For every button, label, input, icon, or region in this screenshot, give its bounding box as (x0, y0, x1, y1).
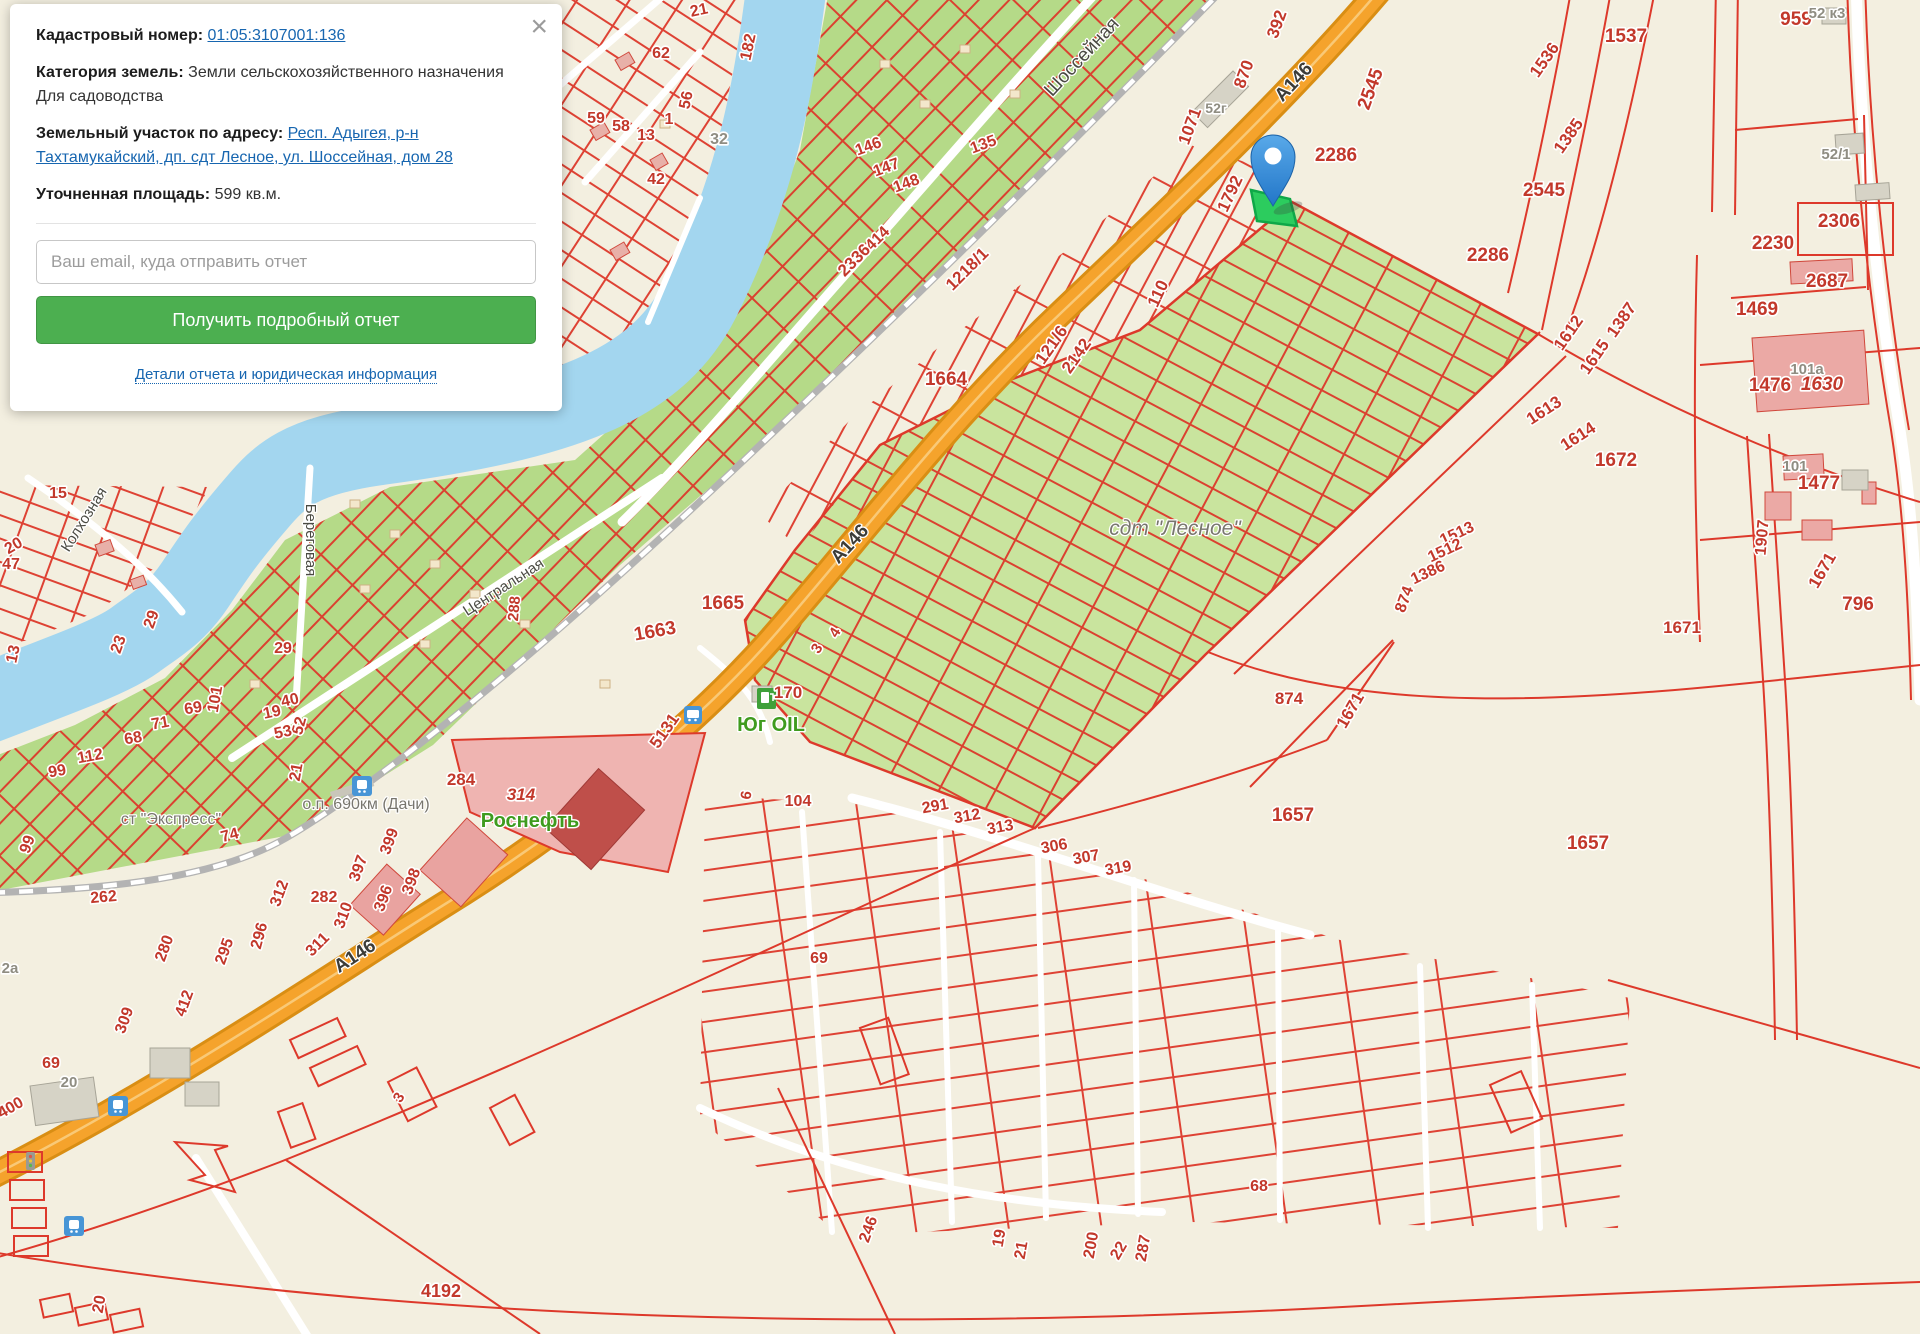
map-label: 99 (47, 762, 68, 782)
map-label: 1657 (1272, 805, 1314, 826)
map-label: 2286 (1467, 245, 1509, 266)
map-label: 68 (1250, 1178, 1268, 1195)
train-station-icon[interactable] (352, 776, 372, 796)
map-label: 15 (49, 485, 67, 502)
map-label: 13 (637, 127, 655, 144)
train-station-icon[interactable] (64, 1216, 84, 1236)
map-label: 1671 (1663, 618, 1701, 637)
email-input[interactable] (36, 240, 536, 284)
bus-stop-icon[interactable] (684, 706, 702, 724)
close-icon[interactable]: × (530, 12, 548, 42)
map-label: 314 (507, 785, 536, 804)
train-station-icon[interactable] (108, 1096, 128, 1116)
details-row: Детали отчета и юридическая информация (36, 363, 536, 387)
map-label: 284 (447, 770, 476, 789)
map-label: 288 (505, 595, 524, 621)
area-row: Уточненная площадь: 599 кв.м. (36, 183, 536, 207)
area-value: 599 кв.м. (215, 186, 282, 203)
get-report-button[interactable]: Получить подробный отчет (36, 296, 536, 344)
map-label: 20 (61, 1074, 78, 1091)
map-label: 29 (274, 640, 292, 657)
report-details-link[interactable]: Детали отчета и юридическая информация (135, 366, 437, 384)
divider (36, 223, 536, 224)
map-label: 2286 (1315, 145, 1357, 166)
map-label: 959 (1780, 9, 1812, 30)
map-label: 1469 (1736, 299, 1778, 320)
map-label: 71 (150, 714, 171, 734)
map-label: 62 (652, 45, 670, 62)
map-label: 1665 (702, 593, 745, 614)
map-label: 1 (665, 111, 674, 128)
map-label: 1476 (1749, 375, 1791, 396)
map-label: 69 (810, 950, 828, 967)
area-label: Уточненная площадь: (36, 186, 210, 203)
map-label: 19 (262, 702, 283, 722)
cadastral-number-link[interactable]: 01:05:3107001:136 (208, 27, 346, 44)
map-label: 1537 (1605, 26, 1647, 47)
cadastral-map-app: 2162182561595813423215204713232929101697… (0, 0, 1920, 1334)
parcel-info-popup: × Кадастровый номер: 01:05:3107001:136 К… (10, 4, 562, 411)
map-label: Роснефть (481, 810, 579, 832)
map-label: о.п. 690км (Дачи) (302, 796, 429, 813)
map-label: 53 (273, 722, 294, 742)
map-label: 59 (587, 110, 605, 127)
map-label: 40 (280, 690, 301, 710)
map-label: 2а (2, 960, 19, 977)
map-label: 170 (774, 683, 802, 702)
map-label: 1664 (925, 369, 968, 390)
map-label: ст "Экспресс" (121, 811, 221, 828)
map-label: 21 (1012, 1240, 1032, 1261)
traffic-light-icon (26, 1152, 35, 1170)
map-label: 101 (1782, 458, 1807, 475)
map-label: 19 (990, 1228, 1010, 1249)
address-row: Земельный участок по адресу: Респ. Адыге… (36, 122, 536, 170)
map-label: 69 (183, 699, 204, 719)
map-label: 262 (90, 888, 118, 907)
map-label: 1672 (1595, 450, 1637, 471)
land-category-row: Категория земель: Земли сельскохозяйстве… (36, 61, 536, 109)
map-label: 796 (1842, 594, 1874, 615)
map-label: Береговая (302, 504, 319, 577)
map-label: 20 (90, 1294, 110, 1315)
cadastral-number-label: Кадастровый номер: (36, 27, 203, 44)
map-label: 13 (3, 643, 23, 664)
map-label: 104 (785, 793, 812, 810)
map-label: 32 (710, 131, 728, 148)
map-label: 2230 (1752, 233, 1794, 254)
cadastral-number-row: Кадастровый номер: 01:05:3107001:136 (36, 24, 536, 48)
map-label: 58 (612, 118, 630, 135)
map-label: 52/1 (1821, 146, 1850, 163)
map-label: 69 (42, 1055, 60, 1072)
land-category-label: Категория земель: (36, 64, 184, 81)
land-usage-value: Для садоводства (36, 88, 163, 105)
land-category-value: Земли сельскохозяйственного назначения (188, 64, 504, 81)
map-label: Юг OIL (737, 714, 805, 736)
map-label: 2687 (1806, 271, 1848, 292)
map-label: 282 (311, 889, 338, 906)
map-label: 1477 (1798, 473, 1840, 494)
map-label: 1657 (1567, 833, 1609, 854)
map-label: 21 (689, 0, 710, 20)
map-label: 47 (2, 556, 20, 573)
map-label: 4192 (421, 1281, 461, 1301)
map-label: сдт "Лесное" (1109, 517, 1242, 540)
map-label: 1907 (1752, 519, 1772, 556)
map-label: 52 к3 (1809, 5, 1846, 22)
map-label: 56 (676, 89, 696, 110)
map-label: 2306 (1818, 211, 1860, 232)
map-label: 874 (1275, 689, 1304, 708)
map-label: 52г (1205, 100, 1227, 116)
map-label: 42 (647, 171, 665, 188)
map-label: 101а (1790, 361, 1824, 378)
map-label: 2545 (1523, 180, 1566, 201)
address-label: Земельный участок по адресу: (36, 125, 283, 142)
map-label: 68 (123, 729, 144, 749)
map-label: 21 (287, 762, 307, 783)
